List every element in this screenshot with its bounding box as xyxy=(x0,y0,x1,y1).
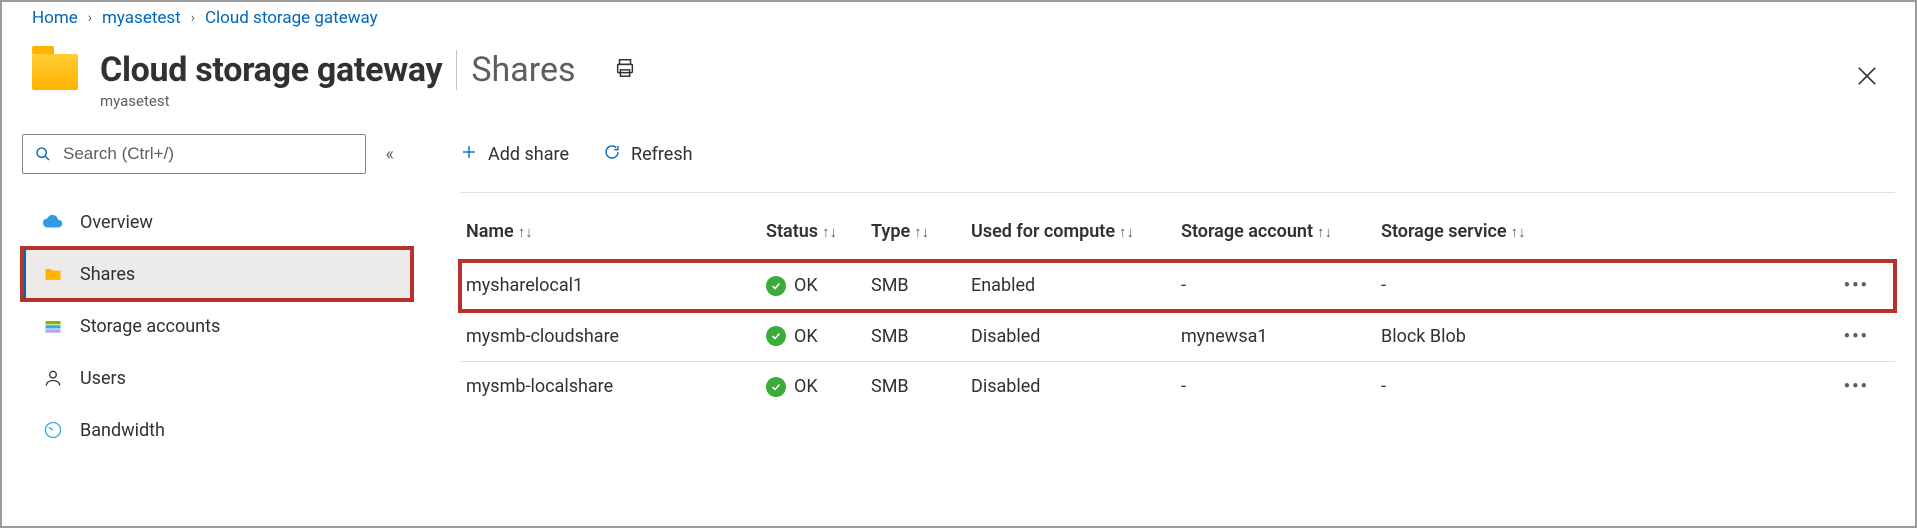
cell-status: OK xyxy=(760,261,865,312)
toolbar: Add share Refresh xyxy=(460,134,1895,174)
collapse-sidebar-icon[interactable]: « xyxy=(386,144,394,165)
chevron-right-icon: › xyxy=(88,10,92,26)
close-icon[interactable] xyxy=(1853,62,1881,90)
col-account[interactable]: Storage account↑↓ xyxy=(1175,205,1375,261)
cell-compute: Disabled xyxy=(965,311,1175,362)
add-share-button[interactable]: Add share xyxy=(460,143,569,166)
status-ok-icon xyxy=(766,326,786,346)
cell-compute: Disabled xyxy=(965,362,1175,412)
folder-icon xyxy=(42,263,64,285)
cell-type: SMB xyxy=(865,261,965,312)
cell-status: OK xyxy=(760,362,865,412)
row-context-menu[interactable]: ••• xyxy=(1575,362,1895,412)
row-context-menu[interactable]: ••• xyxy=(1575,261,1895,312)
col-service[interactable]: Storage service↑↓ xyxy=(1375,205,1575,261)
sidebar-item-bandwidth[interactable]: Bandwidth xyxy=(22,404,412,456)
refresh-label: Refresh xyxy=(631,144,693,165)
table-row[interactable]: mysmb-localshareOKSMBDisabled--••• xyxy=(460,362,1895,412)
status-ok-icon xyxy=(766,377,786,397)
cell-type: SMB xyxy=(865,362,965,412)
breadcrumb-blade[interactable]: Cloud storage gateway xyxy=(205,8,378,28)
search-icon xyxy=(35,146,51,162)
table-row[interactable]: mysmb-cloudshareOKSMBDisabledmynewsa1Blo… xyxy=(460,311,1895,362)
sidebar-item-label: Bandwidth xyxy=(80,420,165,441)
row-context-menu[interactable]: ••• xyxy=(1575,311,1895,362)
sidebar-item-users[interactable]: Users xyxy=(22,352,412,404)
search-input[interactable] xyxy=(61,143,353,165)
breadcrumb-resource[interactable]: myasetest xyxy=(102,8,181,28)
refresh-icon xyxy=(603,143,621,166)
table-row[interactable]: mysharelocal1OKSMBEnabled--••• xyxy=(460,261,1895,312)
sidebar-search[interactable] xyxy=(22,134,366,174)
sort-icon: ↑↓ xyxy=(1313,223,1332,241)
add-share-label: Add share xyxy=(488,144,569,165)
sidebar-item-label: Overview xyxy=(80,212,153,233)
cell-name[interactable]: mysmb-localshare xyxy=(460,362,760,412)
sidebar-item-shares[interactable]: Shares xyxy=(22,248,412,300)
col-status[interactable]: Status↑↓ xyxy=(760,205,865,261)
sidebar-item-label: Users xyxy=(80,368,126,389)
cell-service: - xyxy=(1375,362,1575,412)
breadcrumb: Home › myasetest › Cloud storage gateway xyxy=(2,2,1915,32)
sidebar-item-storage-accounts[interactable]: Storage accounts xyxy=(22,300,412,352)
refresh-button[interactable]: Refresh xyxy=(603,143,693,166)
divider xyxy=(460,192,1895,193)
gauge-icon xyxy=(42,419,64,441)
folder-icon xyxy=(32,54,78,90)
status-ok-icon xyxy=(766,276,786,296)
page-section: Shares xyxy=(456,50,575,90)
sidebar-item-label: Storage accounts xyxy=(80,316,220,337)
cell-compute: Enabled xyxy=(965,261,1175,312)
cell-name[interactable]: mysharelocal1 xyxy=(460,261,760,312)
cell-name[interactable]: mysmb-cloudshare xyxy=(460,311,760,362)
col-type[interactable]: Type↑↓ xyxy=(865,205,965,261)
sidebar-nav: Overview Shares Storage accounts xyxy=(22,196,412,456)
cell-account: - xyxy=(1175,362,1375,412)
sidebar-item-label: Shares xyxy=(80,264,135,285)
cell-service: Block Blob xyxy=(1375,311,1575,362)
storage-icon xyxy=(42,315,64,337)
sort-icon: ↑↓ xyxy=(910,223,929,241)
plus-icon xyxy=(460,143,478,166)
sort-icon: ↑↓ xyxy=(514,223,533,241)
breadcrumb-home[interactable]: Home xyxy=(32,8,78,28)
cell-status: OK xyxy=(760,311,865,362)
sidebar-item-overview[interactable]: Overview xyxy=(22,196,412,248)
col-name[interactable]: Name↑↓ xyxy=(460,205,760,261)
sort-icon: ↑↓ xyxy=(1507,223,1526,241)
cell-service: - xyxy=(1375,261,1575,312)
chevron-right-icon: › xyxy=(191,10,195,26)
shares-table: Name↑↓ Status↑↓ Type↑↓ Used for compute↑… xyxy=(460,205,1895,412)
sort-icon: ↑↓ xyxy=(1115,223,1134,241)
cell-account: mynewsa1 xyxy=(1175,311,1375,362)
col-compute[interactable]: Used for compute↑↓ xyxy=(965,205,1175,261)
cell-account: - xyxy=(1175,261,1375,312)
user-icon xyxy=(42,367,64,389)
sort-icon: ↑↓ xyxy=(818,223,837,241)
page-title: Cloud storage gateway xyxy=(100,50,442,90)
cell-type: SMB xyxy=(865,311,965,362)
resource-name: myasetest xyxy=(100,92,636,110)
cloud-icon xyxy=(42,211,64,233)
print-icon[interactable] xyxy=(614,57,636,83)
